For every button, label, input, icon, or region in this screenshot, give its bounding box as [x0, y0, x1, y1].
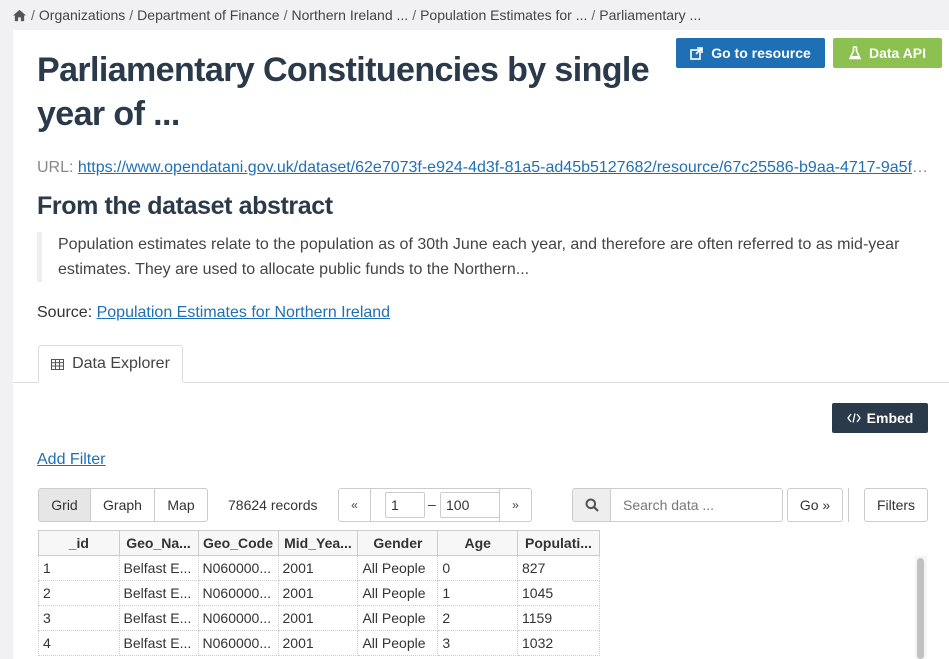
table-cell: Belfast E...	[118, 580, 199, 606]
column-header-geo-code[interactable]: Geo_Code	[197, 530, 279, 556]
column-header-population[interactable]: Populati...	[517, 530, 600, 556]
table-cell: All People	[357, 555, 439, 581]
table-cell: Belfast E...	[118, 555, 199, 581]
external-link-icon	[690, 46, 704, 60]
go-to-resource-button[interactable]: Go to resource	[676, 38, 825, 68]
breadcrumb-dataset-group[interactable]: Northern Ireland ...	[291, 7, 408, 23]
table-cell: N060000...	[197, 580, 279, 606]
home-icon[interactable]	[12, 9, 27, 22]
filters-button[interactable]: Filters	[864, 488, 928, 522]
breadcrumb-bar: / Organizations / Department of Finance …	[0, 0, 949, 30]
url-link[interactable]: https://www.opendatani.gov.uk/dataset/62…	[78, 159, 932, 176]
table-cell: 2001	[277, 605, 359, 631]
view-graph-button[interactable]: Graph	[90, 488, 155, 522]
search-group	[572, 488, 783, 522]
table-cell: All People	[357, 580, 439, 606]
table-cell: 3	[38, 605, 120, 631]
page-title: Parliamentary Constituencies by single y…	[37, 51, 650, 133]
pager-from-input[interactable]: 1	[385, 492, 425, 518]
table-cell: 1	[38, 555, 120, 581]
table-cell: 2	[437, 605, 518, 631]
tab-data-explorer[interactable]: Data Explorer	[38, 345, 183, 383]
tab-data-explorer-label: Data Explorer	[72, 355, 170, 372]
column-header-mid-year[interactable]: Mid_Yea...	[277, 530, 359, 556]
table-cell: N060000...	[197, 630, 279, 656]
table-icon	[51, 358, 65, 370]
table-cell: 1032	[517, 630, 600, 656]
breadcrumb-separator: /	[412, 7, 417, 23]
table-cell: All People	[357, 605, 439, 631]
table-cell: 827	[517, 555, 600, 581]
search-input[interactable]	[611, 488, 783, 522]
embed-button[interactable]: Embed	[832, 403, 928, 433]
breadcrumb: / Organizations / Department of Finance …	[12, 7, 701, 23]
table-cell: 3	[437, 630, 518, 656]
view-grid-button[interactable]: Grid	[38, 488, 91, 522]
table-cell: 1045	[517, 580, 600, 606]
table-cell: 2001	[277, 630, 359, 656]
table-cell: 2001	[277, 555, 359, 581]
table-cell: N060000...	[197, 555, 279, 581]
go-to-resource-label: Go to resource	[711, 45, 811, 61]
breadcrumb-separator: /	[283, 7, 288, 23]
toolbar-divider	[848, 488, 849, 522]
breadcrumb-separator: /	[129, 7, 134, 23]
add-filter-link[interactable]: Add Filter	[37, 451, 105, 469]
table-cell: N060000...	[197, 605, 279, 631]
breadcrumb-resource[interactable]: Parliamentary ...	[599, 7, 701, 23]
table-cell: All People	[357, 630, 439, 656]
pager-dash: –	[428, 496, 436, 512]
data-grid: _id Geo_Na... Geo_Code Mid_Yea... Gender…	[38, 530, 600, 656]
abstract-text: Population estimates relate to the popul…	[37, 232, 917, 282]
abstract-heading: From the dataset abstract	[37, 192, 333, 220]
data-api-button[interactable]: Data API	[833, 38, 942, 68]
table-cell: 0	[437, 555, 518, 581]
search-go-button[interactable]: Go »	[787, 488, 843, 522]
pager: « 1 – 100 »	[338, 488, 532, 522]
table-row[interactable]: 2 Belfast E... N060000... 2001 All Peopl…	[38, 580, 600, 606]
search-icon	[585, 498, 599, 512]
column-header-id[interactable]: _id	[38, 530, 120, 556]
search-icon-box	[572, 488, 611, 522]
table-cell: 4	[38, 630, 120, 656]
table-row[interactable]: 1 Belfast E... N060000... 2001 All Peopl…	[38, 555, 600, 581]
view-switcher: Grid Graph Map	[38, 488, 208, 522]
source-link[interactable]: Population Estimates for Northern Irelan…	[97, 304, 390, 321]
source-line: Source: Population Estimates for Norther…	[37, 304, 390, 322]
breadcrumb-dataset[interactable]: Population Estimates for ...	[420, 7, 587, 23]
column-header-age[interactable]: Age	[437, 530, 518, 556]
table-row[interactable]: 4 Belfast E... N060000... 2001 All Peopl…	[38, 630, 600, 656]
pager-prev-button[interactable]: «	[339, 489, 371, 521]
table-header-row: _id Geo_Na... Geo_Code Mid_Yea... Gender…	[38, 530, 600, 556]
data-api-label: Data API	[868, 45, 927, 61]
record-count: 78624 records	[228, 497, 318, 513]
table-cell: Belfast E...	[118, 605, 199, 631]
code-icon	[846, 413, 861, 423]
column-header-gender[interactable]: Gender	[357, 530, 439, 556]
table-cell: 1159	[517, 605, 600, 631]
view-map-button[interactable]: Map	[154, 488, 208, 522]
source-label: Source:	[37, 304, 93, 321]
left-gutter	[0, 30, 13, 659]
pager-next-button[interactable]: »	[499, 489, 531, 521]
grid-scrollbar-thumb[interactable]	[917, 558, 924, 659]
flask-icon	[848, 46, 861, 60]
breadcrumb-separator: /	[31, 7, 35, 23]
table-cell: Belfast E...	[118, 630, 199, 656]
resource-url: URL: https://www.opendatani.gov.uk/datas…	[37, 159, 932, 177]
table-cell: 2001	[277, 580, 359, 606]
table-cell: 1	[437, 580, 518, 606]
column-header-geo-name[interactable]: Geo_Na...	[118, 530, 199, 556]
breadcrumb-organizations[interactable]: Organizations	[39, 7, 125, 23]
breadcrumb-department[interactable]: Department of Finance	[137, 7, 279, 23]
url-label: URL:	[37, 159, 74, 176]
breadcrumb-separator: /	[591, 7, 596, 23]
embed-label: Embed	[866, 410, 914, 426]
table-row[interactable]: 3 Belfast E... N060000... 2001 All Peopl…	[38, 605, 600, 631]
table-cell: 2	[38, 580, 120, 606]
pager-to-input[interactable]: 100	[440, 492, 500, 518]
